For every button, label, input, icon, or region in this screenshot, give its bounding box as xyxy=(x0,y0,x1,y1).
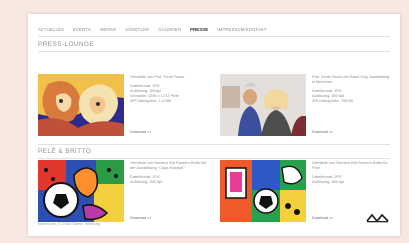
card-title: Gemälde von Prof. Ernst Fuchs xyxy=(130,74,185,79)
nav-item-impressum-kontakt[interactable]: IMPRESSUM/KONTAKT xyxy=(217,27,266,36)
download-link[interactable]: Download >> xyxy=(312,216,333,220)
top-navigation: AKTUELLES EVENTS WERKE KÜNSTLER GALERIEN… xyxy=(38,27,390,36)
card-title: Prof. Ernst Fuchs mit Hazel Gay, Ausstel… xyxy=(312,74,390,84)
section-title-pele-britto: PELÉ & BRITTO xyxy=(38,148,92,155)
press-card-fuchs-hazel-photo: Prof. Ernst Fuchs mit Hazel Gay, Ausstel… xyxy=(220,74,390,136)
card-detail: Auflösung: 300 dpi xyxy=(312,179,345,184)
press-card-britto-pele: Gemälde von Romero Brit Romero Britto fü… xyxy=(220,160,388,222)
download-link[interactable]: Download >> xyxy=(130,216,151,220)
britto-pele-art xyxy=(220,160,306,222)
section-divider-pele-britto xyxy=(38,158,390,159)
press-card-fuchs-painting: Gemälde von Prof. Ernst Fuchs Dateiforma… xyxy=(38,74,206,136)
card-detail: ZIP-Dateigröße: 708 kB xyxy=(312,98,353,103)
nav-item-events[interactable]: EVENTS xyxy=(73,27,91,36)
britto-copa-art xyxy=(38,160,124,222)
nav-item-galerien[interactable]: GALERIEN xyxy=(158,27,181,36)
section-divider-top-pele-britto xyxy=(38,144,390,145)
fuchs-painting-image[interactable] xyxy=(38,74,124,136)
press-card-britto-copa: Gemälde von Romero Brit Romero Britto be… xyxy=(38,160,206,222)
section-divider-press-lounge xyxy=(38,51,390,52)
britto-copa-image[interactable] xyxy=(38,160,124,222)
nav-divider xyxy=(38,36,390,37)
download-link[interactable]: Download >> xyxy=(312,130,333,134)
nav-item-presse[interactable]: PRESSE xyxy=(190,27,208,36)
fuchs-painting-art xyxy=(38,74,124,136)
brand-logo[interactable] xyxy=(366,212,390,224)
card-title: Gemälde von Romero Brit Romero Britto fü… xyxy=(312,160,388,170)
nav-item-aktuelles[interactable]: AKTUELLES xyxy=(38,27,64,36)
card-detail: Auflösung: 300 dpi xyxy=(130,179,163,184)
nav-item-werke[interactable]: WERKE xyxy=(100,27,116,36)
nav-item-kuenstler[interactable]: KÜNSTLER xyxy=(125,27,149,36)
footer-text: Impressum | © 2008 Galerie, Hamburg xyxy=(38,222,100,226)
britto-copa-details: Gemälde von Romero Brit Romero Britto be… xyxy=(130,160,208,184)
download-link[interactable]: Download >> xyxy=(130,130,151,134)
card-title: Gemälde von Romero Brit Romero Britto be… xyxy=(130,160,207,170)
page-container: AKTUELLES EVENTS WERKE KÜNSTLER GALERIEN… xyxy=(28,14,400,236)
fuchs-hazel-photo[interactable] xyxy=(220,74,306,136)
brand-logo-art xyxy=(366,213,389,223)
fuchs-hazel-photo-details: Prof. Ernst Fuchs mit Hazel Gay, Ausstel… xyxy=(312,74,390,103)
britto-pele-image[interactable] xyxy=(220,160,306,222)
britto-pele-details: Gemälde von Romero Brit Romero Britto fü… xyxy=(312,160,390,184)
fuchs-hazel-photo-art xyxy=(220,74,306,136)
section-title-press-lounge: PRESS-LOUNGE xyxy=(38,41,95,48)
fuchs-painting-details: Gemälde von Prof. Ernst Fuchs Dateiforma… xyxy=(130,74,208,103)
card-detail: ZIP-Dateigröße: 1,2 MB xyxy=(130,98,172,103)
